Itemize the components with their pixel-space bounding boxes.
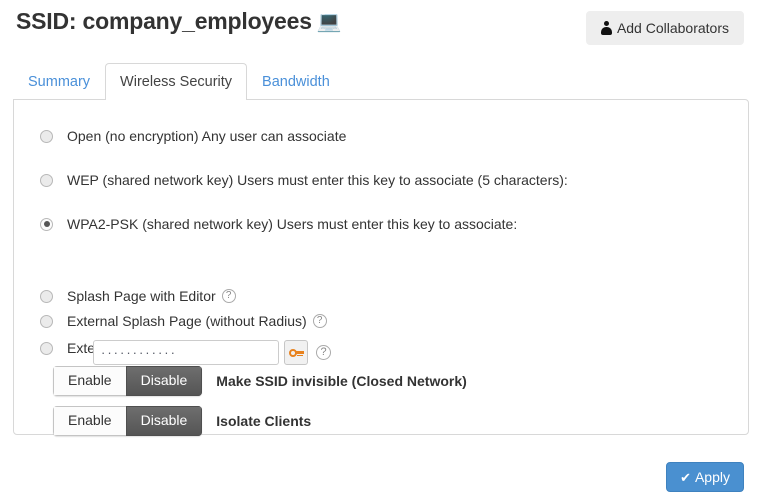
ssid-invisible-label: Make SSID invisible (Closed Network): [216, 373, 467, 389]
add-collaborators-button[interactable]: Add Collaborators: [585, 11, 744, 45]
help-icon-wpa2-key[interactable]: ?: [316, 345, 331, 360]
radio-external-splash-radius[interactable]: [40, 341, 53, 355]
page-title-text: SSID: company_employees: [16, 8, 312, 34]
isolate-clients-disable-button[interactable]: Disable: [125, 406, 203, 436]
radio-wpa2-psk[interactable]: [40, 217, 53, 231]
isolate-clients-row: Enable Disable Isolate Clients: [53, 406, 311, 436]
isolate-clients-toggle-group: Enable Disable: [53, 406, 203, 436]
option-external-splash-no-radius[interactable]: External Splash Page (without Radius) ?: [40, 313, 327, 329]
tab-summary[interactable]: Summary: [13, 65, 105, 99]
radio-wep[interactable]: [40, 173, 53, 187]
tab-bar: Summary Wireless Security Bandwidth: [13, 63, 345, 100]
page-header: SSID: company_employees 💻 Add Collaborato…: [0, 0, 760, 58]
option-wep-label: WEP (shared network key) Users must ente…: [67, 172, 568, 188]
wireless-security-panel: Open (no encryption) Any user can associ…: [13, 99, 749, 436]
key-icon: [288, 348, 304, 357]
ssid-invisible-disable-button[interactable]: Disable: [125, 366, 203, 396]
add-collaborators-label: Add Collaborators: [616, 20, 729, 36]
tab-bandwidth[interactable]: Bandwidth: [247, 65, 345, 99]
option-wpa2-psk[interactable]: WPA2-PSK (shared network key) Users must…: [40, 216, 517, 232]
option-open[interactable]: Open (no encryption) Any user can associ…: [40, 128, 346, 144]
laptop-icon: 💻: [316, 11, 342, 33]
option-splash-page-editor-label: Splash Page with Editor: [67, 288, 216, 304]
option-wep[interactable]: WEP (shared network key) Users must ente…: [40, 172, 568, 188]
help-icon-splash-page-editor[interactable]: ?: [221, 289, 236, 303]
page-title: SSID: company_employees 💻: [16, 8, 342, 35]
person-icon: [600, 21, 612, 35]
radio-splash-page-editor[interactable]: [40, 289, 53, 303]
option-wpa2-psk-label: WPA2-PSK (shared network key) Users must…: [67, 216, 518, 232]
tab-wireless-security[interactable]: Wireless Security: [105, 63, 248, 100]
check-icon: ✔: [680, 469, 691, 485]
radio-open[interactable]: [40, 129, 53, 143]
ssid-invisible-toggle-group: Enable Disable: [53, 366, 203, 396]
option-external-splash-no-radius-label: External Splash Page (without Radius): [67, 313, 307, 329]
isolate-clients-enable-button[interactable]: Enable: [53, 406, 126, 436]
wpa2-key-row: ?: [93, 340, 331, 365]
help-icon-external-splash-no-radius[interactable]: ?: [312, 314, 327, 328]
apply-button[interactable]: ✔ Apply: [666, 462, 744, 492]
wpa2-key-input[interactable]: [93, 340, 279, 365]
radio-external-splash-no-radius[interactable]: [40, 314, 53, 328]
ssid-invisible-enable-button[interactable]: Enable: [53, 366, 126, 396]
option-splash-page-editor[interactable]: Splash Page with Editor ?: [40, 288, 236, 304]
option-open-label: Open (no encryption) Any user can associ…: [67, 128, 347, 144]
isolate-clients-label: Isolate Clients: [216, 413, 312, 429]
apply-button-label: Apply: [694, 469, 730, 485]
ssid-invisible-row: Enable Disable Make SSID invisible (Clos…: [53, 366, 467, 396]
show-key-button[interactable]: [284, 340, 308, 365]
